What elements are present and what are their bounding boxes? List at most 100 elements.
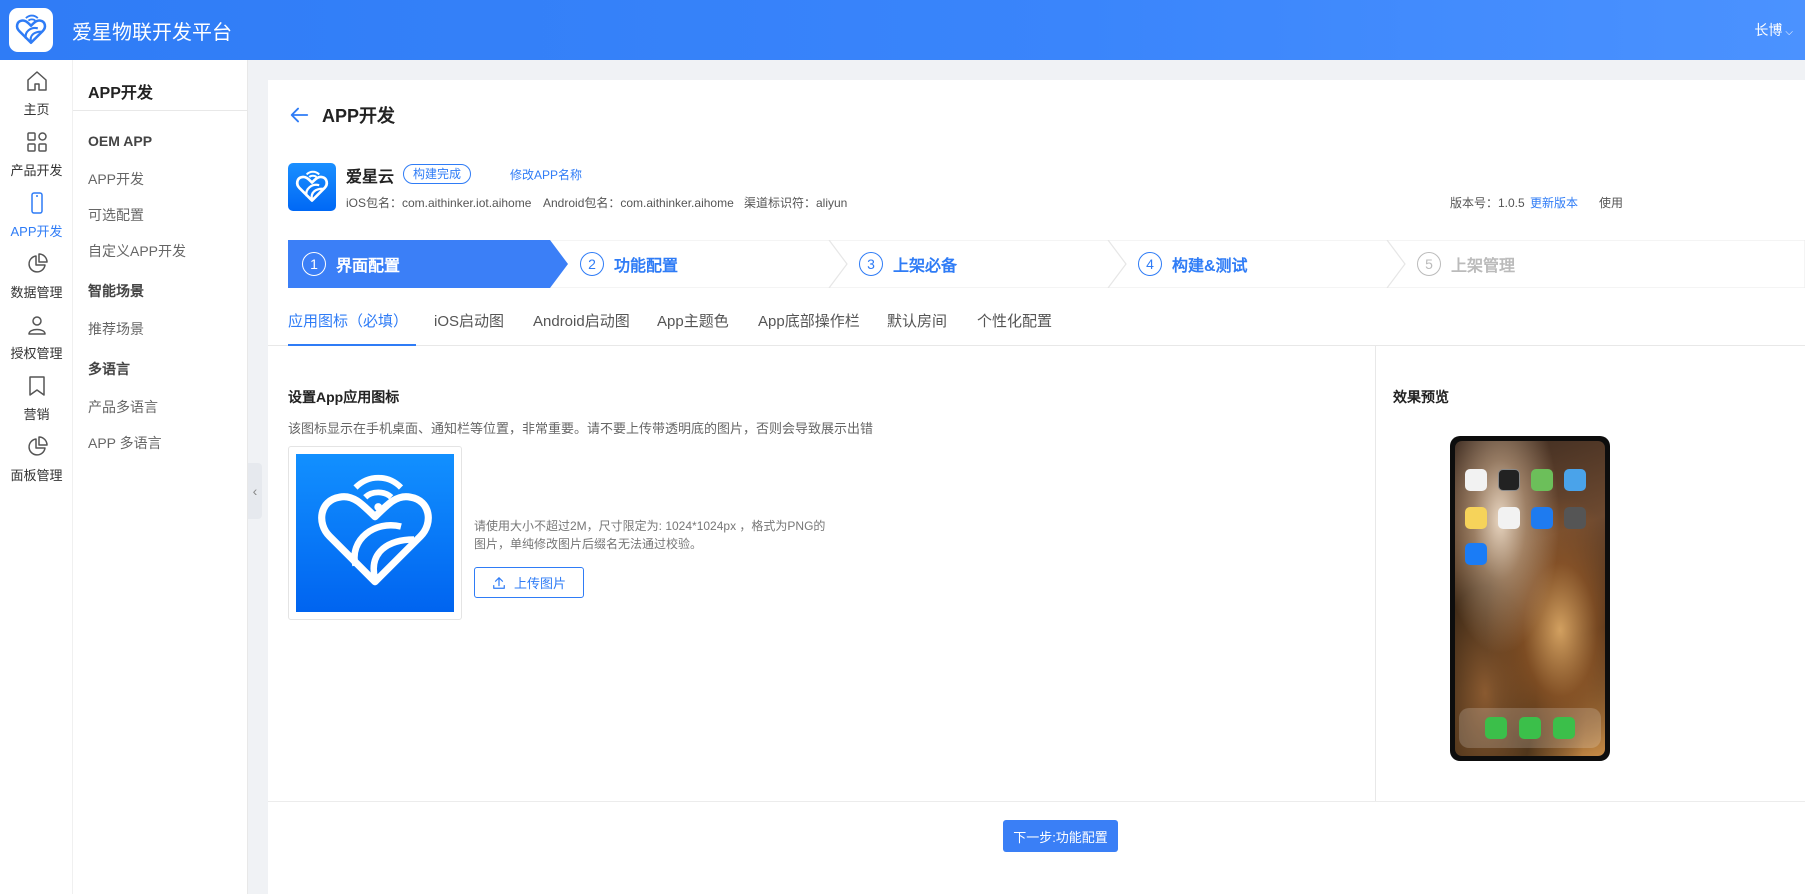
heart-wifi-logo-icon xyxy=(15,14,47,45)
step-listing-management[interactable]: 5 上架管理 xyxy=(1417,240,1515,288)
divider xyxy=(1375,346,1376,801)
rail-item-home[interactable]: 主页 xyxy=(0,60,73,126)
android-package: Android包名：com.aithinker.aihome xyxy=(543,196,734,210)
primary-nav-rail: 主页 产品开发 APP开发 数据管理 授权管理 营销 面板管理 xyxy=(0,60,73,894)
subnav-group-smart-scene: 智能场景 xyxy=(88,283,144,299)
rail-item-app-dev[interactable]: APP开发 xyxy=(0,182,73,248)
step-label: 功能配置 xyxy=(614,258,679,275)
rail-item-authorization[interactable]: 授权管理 xyxy=(0,304,73,370)
subnav-title: APP开发 xyxy=(88,85,153,102)
subnav-item-product-multilanguage[interactable]: 产品多语言 xyxy=(88,397,158,417)
top-bar: 爱星物联开发平台 长博 ⌵ xyxy=(0,0,1805,60)
status-badge: 构建完成 xyxy=(403,164,472,184)
phone-app-icon xyxy=(1485,717,1507,739)
heart-wifi-logo-icon xyxy=(295,170,329,202)
back-arrow-icon[interactable] xyxy=(288,104,310,126)
calendar-app-icon xyxy=(1465,469,1487,491)
step-label: 界面配置 xyxy=(336,258,401,275)
divider xyxy=(73,110,248,111)
tab-default-room[interactable]: 默认房间 xyxy=(887,300,947,346)
rail-item-panel-management[interactable]: 面板管理 xyxy=(0,426,73,492)
stepper: 1 界面配置 2 功能配置 3 上架必备 4 构建&测试 5 上架管理 xyxy=(288,240,1805,288)
grid-icon xyxy=(26,131,47,152)
tab-theme-color[interactable]: App主题色 xyxy=(657,300,729,346)
phone-icon xyxy=(30,191,43,214)
usage-label: 使用 xyxy=(1599,196,1624,210)
wechat-app-icon xyxy=(1553,717,1575,739)
settings-app-icon xyxy=(1564,507,1586,529)
rail-item-marketing[interactable]: 营销 xyxy=(0,365,73,431)
rail-item-data-management[interactable]: 数据管理 xyxy=(0,243,73,309)
subnav-item-optional-config[interactable]: 可选配置 xyxy=(88,205,144,225)
clock-app-icon xyxy=(1498,469,1520,491)
upload-button-label: 上传图片 xyxy=(513,576,566,591)
step-number: 5 xyxy=(1417,252,1441,276)
weather-app-icon xyxy=(1564,469,1586,491)
user-icon xyxy=(27,315,46,335)
upload-image-button[interactable]: 上传图片 xyxy=(474,567,584,598)
aixing-cloud-app-icon xyxy=(1465,543,1487,565)
update-version-link[interactable]: 更新版本 xyxy=(1530,194,1578,211)
rail-label: 营销 xyxy=(23,406,50,422)
step-number: 1 xyxy=(302,252,326,276)
collapse-sidebar-button[interactable]: ‹ xyxy=(248,463,262,519)
upload-icon xyxy=(493,576,505,589)
subnav-item-app-dev[interactable]: APP开发 xyxy=(88,169,144,189)
phone-screen xyxy=(1455,441,1605,756)
next-step-button[interactable]: 下一步:功能配置 xyxy=(1003,820,1118,852)
tab-bottom-bar[interactable]: App底部操作栏 xyxy=(758,300,860,346)
app-info: 爱星云 构建完成 修改APP名称 iOS包名：com.aithinker.iot… xyxy=(288,163,1805,215)
heart-wifi-logo-icon xyxy=(318,474,432,586)
page-title: APP开发 xyxy=(322,106,396,126)
pie-chart-icon xyxy=(27,435,48,456)
tab-app-icon[interactable]: 应用图标（必填） xyxy=(288,300,416,346)
tab-personalization[interactable]: 个性化配置 xyxy=(977,300,1052,346)
config-tabs: 应用图标（必填） iOS启动图 Android启动图 App主题色 App底部操… xyxy=(268,300,1805,346)
subnav-item-recommended-scene[interactable]: 推荐场景 xyxy=(88,319,144,339)
home-icon xyxy=(26,70,47,91)
tab-ios-launch[interactable]: iOS启动图 xyxy=(434,300,504,346)
page-header: APP开发 xyxy=(288,102,395,128)
maps-app-icon xyxy=(1531,469,1553,491)
chevron-down-icon: ⌵ xyxy=(1785,27,1793,38)
rename-app-link[interactable]: 修改APP名称 xyxy=(510,166,582,183)
stepper-background xyxy=(288,240,1805,288)
chevron-left-icon: ‹ xyxy=(252,483,258,499)
rail-label: APP开发 xyxy=(10,223,63,239)
icon-upload-preview xyxy=(288,446,462,620)
step-function-config[interactable]: 2 功能配置 xyxy=(580,240,678,288)
rail-label: 授权管理 xyxy=(10,345,63,361)
tab-android-launch[interactable]: Android启动图 xyxy=(533,300,630,346)
platform-title: 爱星物联开发平台 xyxy=(72,22,232,44)
ios-package: iOS包名：com.aithinker.iot.aihome xyxy=(346,196,532,210)
rail-label: 产品开发 xyxy=(10,162,63,178)
main-card: APP开发 爱星云 构建完成 修改APP名称 iOS包名：com.aithink… xyxy=(268,80,1805,894)
user-menu[interactable]: 长博 ⌵ xyxy=(1754,20,1793,40)
app-name: 爱星云 xyxy=(346,169,395,186)
subnav-item-custom-app-dev[interactable]: 自定义APP开发 xyxy=(88,241,186,261)
rail-label: 主页 xyxy=(23,101,50,117)
subnav-group-oem-app: OEM APP xyxy=(88,133,153,149)
reminders-app-icon xyxy=(1498,507,1520,529)
step-label: 上架必备 xyxy=(893,258,958,275)
phone-preview xyxy=(1450,436,1610,761)
step-listing-essentials[interactable]: 3 上架必备 xyxy=(859,240,957,288)
step-label: 上架管理 xyxy=(1451,258,1516,275)
app-icon xyxy=(288,163,336,211)
step-interface-config[interactable]: 1 界面配置 xyxy=(302,240,400,288)
step-number: 4 xyxy=(1138,252,1162,276)
subnav-item-app-multilanguage[interactable]: APP 多语言 xyxy=(88,433,162,453)
version-number: 版本号：1.0.5 xyxy=(1450,196,1525,210)
channel-id: 渠道标识符：aliyun xyxy=(744,196,848,210)
step-build-test[interactable]: 4 构建&测试 xyxy=(1138,240,1248,288)
step-label: 构建&测试 xyxy=(1172,258,1248,275)
section-description: 该图标显示在手机桌面、通知栏等位置，非常重要。请不要上传带透明底的图片，否则会导… xyxy=(288,421,874,436)
user-name: 长博 xyxy=(1754,22,1783,38)
bottom-action-bar: 下一步:功能配置 xyxy=(268,801,1805,894)
secondary-nav: APP开发 OEM APP APP开发 可选配置 自定义APP开发 智能场景 推… xyxy=(73,60,248,894)
messages-app-icon xyxy=(1519,717,1541,739)
step-number: 3 xyxy=(859,252,883,276)
rail-item-product-dev[interactable]: 产品开发 xyxy=(0,121,73,187)
platform-logo[interactable] xyxy=(9,8,53,52)
preview-title: 效果预览 xyxy=(1393,389,1449,405)
